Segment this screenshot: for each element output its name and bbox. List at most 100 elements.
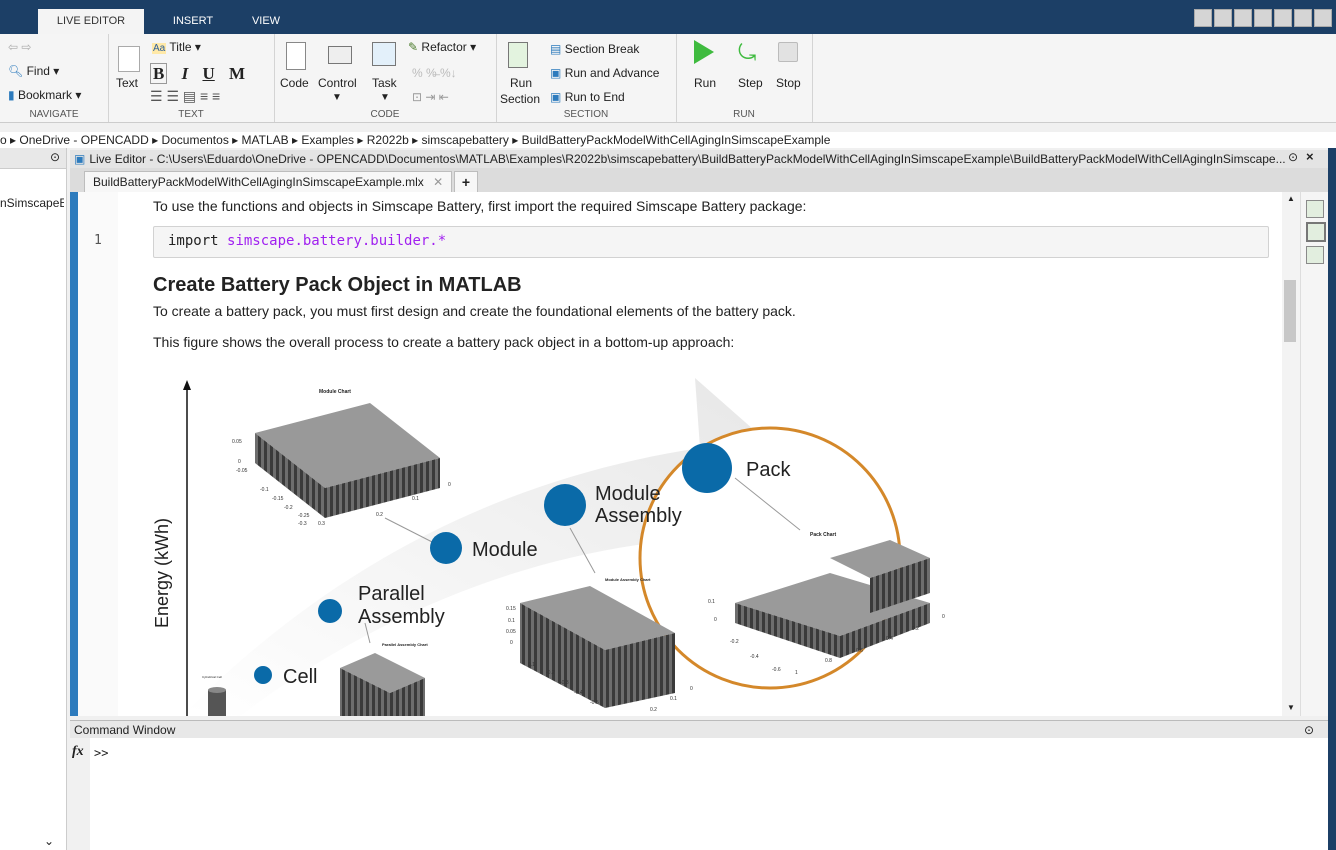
module-tick: 0: [448, 482, 451, 488]
module-tick: 0.05: [232, 439, 242, 445]
scroll-down-icon[interactable]: ▼: [1287, 703, 1295, 712]
editor-side-toolbar: [1300, 192, 1329, 716]
tab-live-editor[interactable]: LIVE EDITOR: [38, 9, 144, 34]
run-section-label-2[interactable]: Section: [500, 92, 540, 106]
module-tick: 0.3: [318, 521, 325, 527]
workspace-panel-edge: [1328, 148, 1336, 850]
save-icon[interactable]: [1194, 9, 1212, 27]
undo-icon[interactable]: [1274, 9, 1292, 27]
breadcrumb-item[interactable]: OneDrive - OPENCADD: [19, 133, 148, 147]
task-button[interactable]: Task: [372, 76, 397, 90]
section-group: Run Section ▤ Section Break ▣ Run and Ad…: [496, 34, 677, 122]
battery-pack-process-figure: Energy (kWh) Module Chart 0.05 0 -0.05 -…: [152, 378, 945, 716]
cut-icon[interactable]: [1214, 9, 1232, 27]
function-browser-icon[interactable]: fx: [72, 744, 84, 760]
output-right-icon[interactable]: [1306, 200, 1324, 218]
text-group: Text Aa Title ▾ B I U M ☰ ☰ ▤ ≡ ≡ TEXT: [108, 34, 275, 122]
breadcrumb-item[interactable]: simscapebattery: [422, 133, 509, 147]
redo-icon[interactable]: [1294, 9, 1312, 27]
back-forward-icon[interactable]: ⇦ ⇨: [8, 40, 31, 54]
paste-icon[interactable]: [1254, 9, 1272, 27]
scroll-up-icon[interactable]: ▲: [1287, 194, 1295, 203]
scrollbar-thumb[interactable]: [1284, 280, 1296, 342]
pack-tick: 0.8: [825, 658, 832, 664]
pack-tick: 0.6: [856, 648, 863, 654]
breadcrumb-item[interactable]: MATLAB: [242, 133, 289, 147]
list-align-icons[interactable]: ☰ ☰ ▤ ≡ ≡: [150, 88, 220, 105]
refactor-button[interactable]: ✎ Refactor ▾: [408, 40, 476, 54]
module-chart: Module Chart 0.05 0 -0.05 -0.1 -0.15 -0.…: [232, 389, 451, 527]
folder-file-item[interactable]: nSimscapeE...: [0, 196, 64, 210]
control-button[interactable]: Control: [318, 76, 357, 90]
text-button[interactable]: Text: [116, 76, 138, 90]
breadcrumb-item[interactable]: R2022b: [367, 133, 409, 147]
run-to-end-icon: ▣: [550, 90, 562, 104]
run-advance-icon: ▣: [550, 66, 562, 80]
intro-paragraph: To use the functions and objects in Sims…: [153, 198, 807, 214]
code-keyword: import: [168, 233, 219, 249]
indent-icons[interactable]: ⊡ ⇥ ⇤: [412, 90, 449, 104]
control-dropdown-icon[interactable]: ▼: [332, 92, 342, 103]
copy-icon[interactable]: [1234, 9, 1252, 27]
code-group-label: CODE: [370, 109, 400, 120]
parallel-label-line-1: Parallel: [358, 583, 425, 605]
module-sphere: [430, 532, 462, 564]
breadcrumb-item[interactable]: Documentos: [161, 133, 228, 147]
step-button[interactable]: Step: [738, 76, 763, 90]
close-icon[interactable]: ×: [1306, 149, 1314, 164]
editor-menu-icon[interactable]: ⊙: [1288, 150, 1298, 164]
vertical-scrollbar[interactable]: ▲ ▼: [1282, 192, 1300, 716]
new-tab-button[interactable]: +: [454, 171, 478, 193]
run-and-advance-button[interactable]: ▣ Run and Advance: [550, 66, 659, 80]
stop-button[interactable]: Stop: [776, 76, 801, 90]
comment-icons[interactable]: % %̶ %↓: [412, 66, 457, 80]
run-section-icon: [508, 42, 528, 68]
task-dropdown-icon[interactable]: ▼: [380, 92, 390, 103]
tab-close-icon[interactable]: ✕: [427, 175, 443, 189]
command-window-menu-icon[interactable]: ⊙: [1304, 721, 1314, 739]
module-assembly-sphere: [544, 484, 586, 526]
module-assembly-label-line-2: Assembly: [595, 505, 682, 527]
module-assembly-tick: 0: [510, 640, 513, 646]
control-icon: [328, 46, 352, 64]
run-button[interactable]: Run: [694, 76, 716, 90]
breadcrumb-item[interactable]: BuildBatteryPackModelWithCellAgingInSims…: [522, 133, 831, 147]
hide-code-icon[interactable]: [1306, 246, 1324, 264]
style-icon: Aa: [152, 43, 167, 54]
panel-menu-icon[interactable]: ⊙: [50, 150, 60, 164]
module-assembly-tick: 0.2: [650, 707, 657, 713]
code-block[interactable]: import simscape.battery.builder.*: [153, 226, 1269, 258]
pack-tick: 0.1: [708, 599, 715, 605]
search-icon: 🔍︎: [8, 64, 24, 78]
run-group: Run ⤿ Step Stop RUN: [676, 34, 813, 122]
run-to-end-button[interactable]: ▣ Run to End: [550, 90, 625, 104]
run-section-label-1[interactable]: Run: [510, 76, 532, 90]
breadcrumb-item[interactable]: Examples: [301, 133, 354, 147]
bold-button[interactable]: B: [150, 63, 168, 84]
run-icon: [694, 40, 714, 64]
underline-button[interactable]: U: [202, 64, 214, 83]
breadcrumb-item[interactable]: o: [0, 133, 7, 147]
code-button[interactable]: Code: [280, 76, 309, 90]
output-inline-icon[interactable]: [1306, 222, 1326, 242]
section-break-button[interactable]: ▤ Section Break: [550, 42, 639, 56]
ribbon: ⇦ ⇨ 🔍︎ Find ▾ ▮ Bookmark ▾ NAVIGATE Text…: [0, 34, 1336, 123]
tab-insert[interactable]: INSERT: [152, 9, 234, 34]
chevron-down-icon[interactable]: ⌄: [44, 834, 54, 848]
bookmark-button[interactable]: ▮ Bookmark ▾: [8, 88, 81, 102]
section-indicator-bar: [70, 192, 78, 716]
italic-button[interactable]: I: [182, 64, 189, 83]
pack-tick: 0: [714, 617, 717, 623]
cell-cylinder-top: [208, 687, 226, 693]
monospace-button[interactable]: M: [229, 64, 245, 83]
title-style-dropdown[interactable]: Aa Title ▾: [152, 40, 201, 54]
tab-view[interactable]: VIEW: [242, 9, 290, 34]
command-window[interactable]: [70, 738, 1328, 850]
text-icon: [118, 46, 140, 72]
find-button[interactable]: 🔍︎ Find ▾: [8, 64, 59, 78]
window-icon[interactable]: [1314, 9, 1332, 27]
refactor-icon: ✎: [408, 40, 419, 54]
document-tab[interactable]: BuildBatteryPackModelWithCellAgingInSims…: [84, 171, 453, 193]
command-window-title: Command Window: [74, 723, 176, 737]
pack-tick: 0.2: [912, 626, 919, 632]
